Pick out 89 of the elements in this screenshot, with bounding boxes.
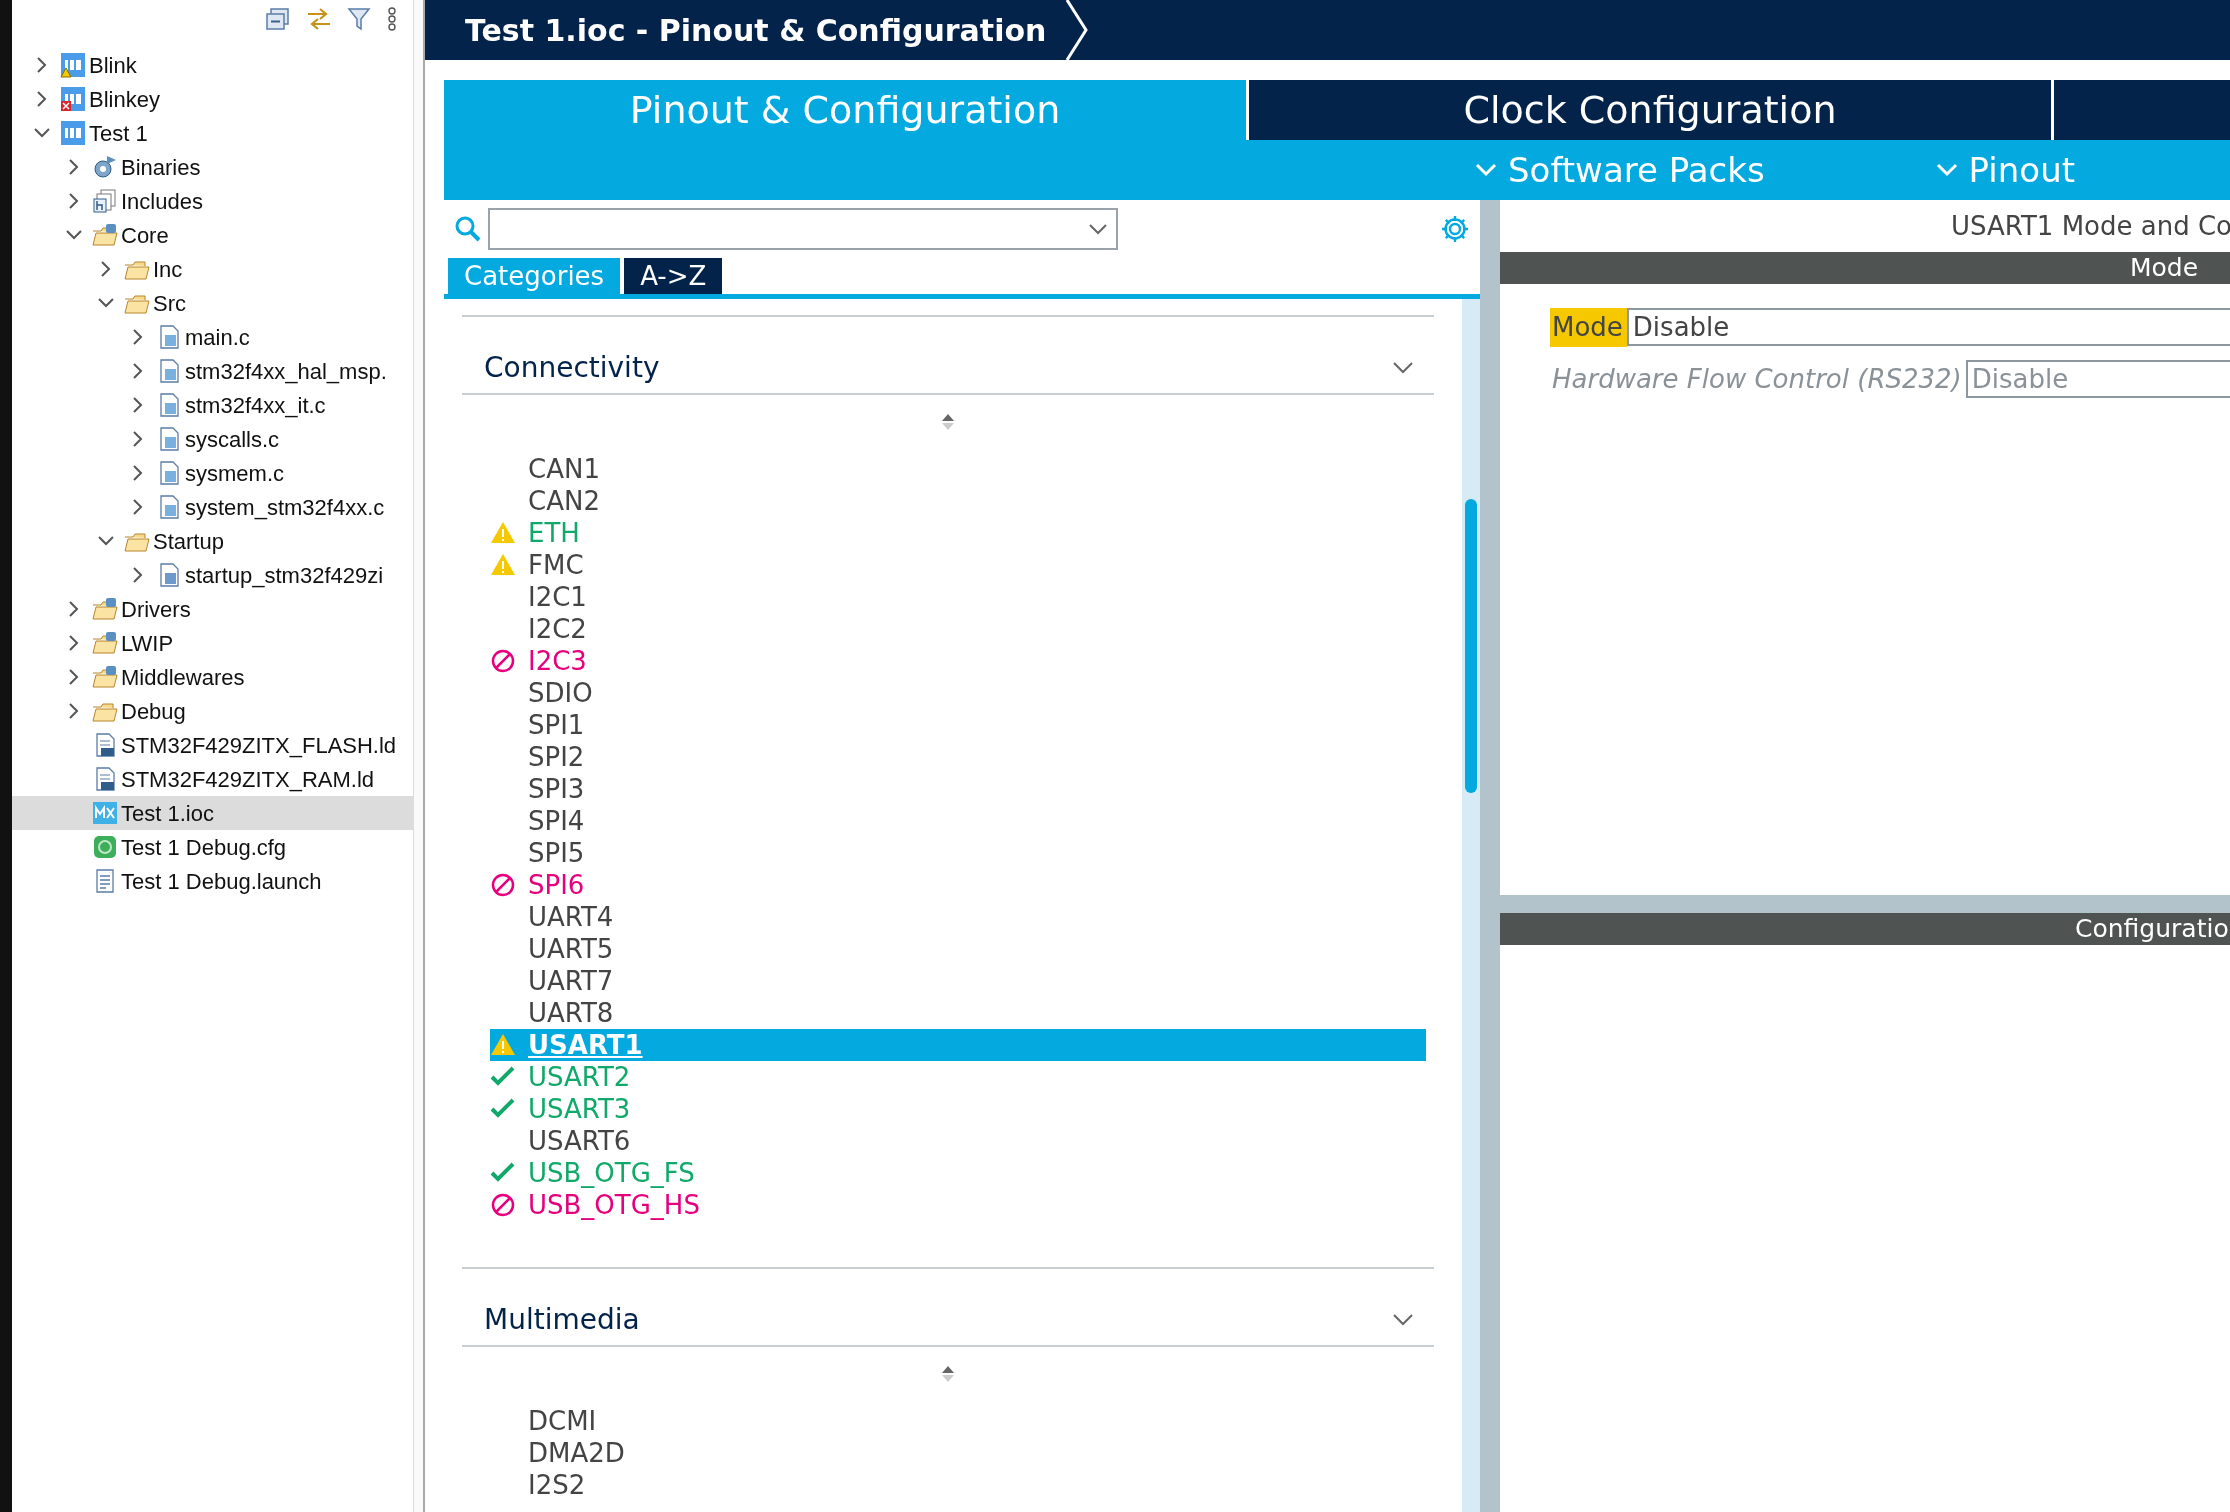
peripheral-item[interactable]: I2C1 xyxy=(528,584,587,610)
peripheral-item[interactable]: FMC xyxy=(528,552,584,578)
tree-item-label[interactable]: syscalls.c xyxy=(185,422,280,456)
category-title: Multimedia xyxy=(484,1302,640,1338)
collapse-all-icon[interactable] xyxy=(265,6,291,32)
warning-icon xyxy=(490,552,516,578)
peripheral-item[interactable]: CAN2 xyxy=(528,488,600,514)
project-icon xyxy=(60,120,86,146)
tree-item-label[interactable]: Inc xyxy=(153,252,183,286)
tree-item-label[interactable]: Middlewares xyxy=(121,660,245,694)
source-folder-icon xyxy=(92,596,118,622)
peripheral-item[interactable]: DMA2D xyxy=(528,1440,625,1466)
view-tab[interactable]: A->Z xyxy=(624,258,723,294)
scrollbar-thumb[interactable] xyxy=(1465,499,1477,793)
scrollbar-track[interactable] xyxy=(1462,299,1480,1512)
includes-icon xyxy=(92,188,118,214)
peripheral-item[interactable]: UART4 xyxy=(528,904,614,930)
tree-item-label[interactable]: Test 1 xyxy=(89,116,148,150)
chevron-down-icon xyxy=(1934,162,1959,178)
dropdown-field[interactable]: Disable xyxy=(1626,308,2230,346)
filter-icon[interactable] xyxy=(347,6,371,32)
binaries-icon xyxy=(92,154,118,180)
blocked-icon xyxy=(490,872,516,898)
source-folder-icon xyxy=(92,630,118,656)
tree-item-label[interactable]: Includes xyxy=(121,184,203,218)
peripheral-item[interactable]: USB_OTG_HS xyxy=(528,1192,700,1218)
peripheral-item[interactable]: SPI1 xyxy=(528,712,585,738)
peripheral-item[interactable]: I2C3 xyxy=(528,648,587,674)
tree-item-label[interactable]: STM32F429ZITX_RAM.ld xyxy=(121,762,375,796)
tree-item-label[interactable]: main.c xyxy=(185,320,250,354)
tree-item-label[interactable]: LWIP xyxy=(121,626,174,660)
tree-item-label[interactable]: Debug xyxy=(121,694,186,728)
peripheral-item[interactable]: DCMI xyxy=(528,1408,597,1434)
editor-title: Test 1.ioc - Pinout & Configuration xyxy=(464,11,1048,50)
section-header: Configuratio xyxy=(2075,913,2229,946)
search-icon[interactable] xyxy=(454,215,482,243)
tree-item-label[interactable]: Src xyxy=(153,286,186,320)
panel-title: USART1 Mode and Co xyxy=(1951,209,2230,243)
field-label: Hardware Flow Control (RS232) xyxy=(1551,362,1963,396)
peripheral-item[interactable]: SPI3 xyxy=(528,776,585,802)
tree-item-label[interactable]: Blinkey xyxy=(89,82,160,116)
blocked-icon xyxy=(490,1192,516,1218)
peripheral-item[interactable]: CAN1 xyxy=(528,456,600,482)
chevron-down-icon[interactable] xyxy=(1392,1313,1414,1327)
warning-icon xyxy=(490,1032,516,1058)
tree-item-label[interactable]: Test 1 Debug.cfg xyxy=(121,830,287,864)
tree-item-label[interactable]: system_stm32f4xx.c xyxy=(185,490,385,524)
peripheral-item[interactable]: UART5 xyxy=(528,936,614,962)
peripheral-item[interactable]: SPI4 xyxy=(528,808,585,834)
chevron-down-icon xyxy=(1474,162,1498,178)
tree-item-label[interactable]: startup_stm32f429zi xyxy=(185,558,384,592)
tree-item-label[interactable]: Startup xyxy=(153,524,224,558)
settings-icon[interactable] xyxy=(1440,214,1470,244)
peripheral-item[interactable]: SDIO xyxy=(528,680,593,706)
more-menu-icon[interactable] xyxy=(385,6,399,32)
tree-item-label[interactable]: Test 1.ioc xyxy=(121,796,214,830)
blocked-icon xyxy=(490,648,516,674)
search-combo-field[interactable] xyxy=(488,208,1118,250)
tab[interactable]: Clock Configuration xyxy=(1249,80,2051,140)
peripheral-item[interactable]: SPI5 xyxy=(528,840,585,866)
config-file-icon xyxy=(92,834,118,860)
tree-row-highlight[interactable]: Test 1.ioc xyxy=(12,796,413,830)
source-folder-icon xyxy=(92,222,118,248)
tree-item-label[interactable]: Test 1 Debug.launch xyxy=(121,864,322,898)
section-header: Mode xyxy=(2130,252,2199,285)
tree-item-label[interactable]: stm32f4xx_hal_msp. xyxy=(185,354,387,388)
peripheral-item[interactable]: UART8 xyxy=(528,1000,614,1026)
tree-item-label[interactable]: sysmem.c xyxy=(185,456,284,490)
tree-item-label[interactable]: stm32f4xx_it.c xyxy=(185,388,326,422)
category-title: Connectivity xyxy=(484,350,660,386)
tree-item-label[interactable]: Blink xyxy=(89,48,137,82)
dropdown-field: Disable xyxy=(1965,360,2230,398)
tree-item-label[interactable]: Binaries xyxy=(121,150,201,184)
peripheral-item[interactable]: SPI6 xyxy=(528,872,585,898)
warning-icon xyxy=(490,520,516,546)
chevron-down-icon[interactable] xyxy=(1392,361,1414,375)
source-folder-icon xyxy=(92,664,118,690)
dropdown-caret-icon[interactable] xyxy=(1088,223,1108,235)
field-label: Mode xyxy=(1550,307,1627,347)
peripheral-item[interactable]: I2S2 xyxy=(528,1472,586,1498)
link-arrows-icon[interactable] xyxy=(305,6,333,32)
cube-file-icon xyxy=(92,800,118,826)
peripheral-item[interactable]: UART7 xyxy=(528,968,614,994)
tree-item-label[interactable]: STM32F429ZITX_FLASH.ld xyxy=(121,728,397,762)
peripheral-item[interactable]: I2C2 xyxy=(528,616,587,642)
tree-item-label[interactable]: Core xyxy=(121,218,169,252)
peripheral-item[interactable]: SPI2 xyxy=(528,744,585,770)
tree-item-label[interactable]: Drivers xyxy=(121,592,191,626)
peripheral-item[interactable]: USART6 xyxy=(528,1128,631,1154)
